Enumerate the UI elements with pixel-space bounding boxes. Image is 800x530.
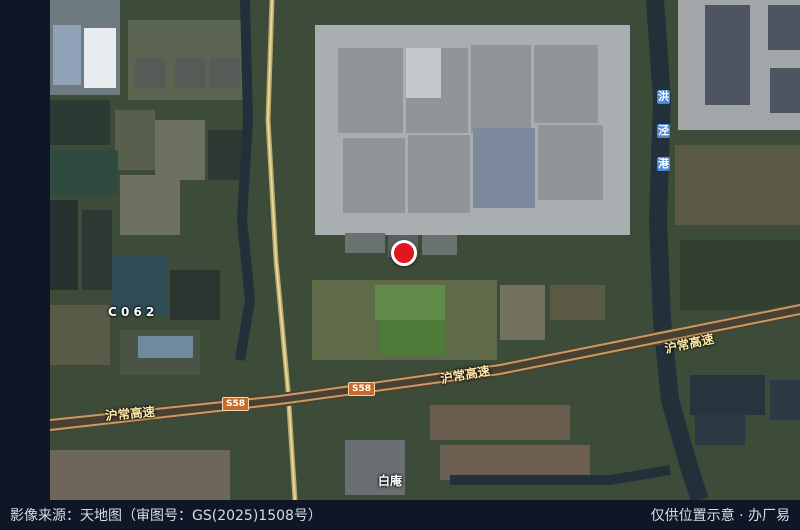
imagery-source-text: 影像来源：天地图（审图号：GS(2025)1508号） <box>10 508 322 524</box>
map-footer: 影像来源：天地图（审图号：GS(2025)1508号） 仅供位置示意 · 办厂易 <box>0 500 800 530</box>
river-label-char: 泾 <box>657 124 670 138</box>
location-marker[interactable] <box>391 240 417 266</box>
route-shield-s58: S58 <box>348 382 376 396</box>
road-c062-label: C 0 6 2 <box>108 305 155 319</box>
satellite-map[interactable]: C 0 6 2 沪常高速 沪常高速 沪常高速 S58 S58 白庵 洪 泾 港 <box>50 0 800 500</box>
map-imagery <box>50 0 800 500</box>
left-margin <box>0 0 50 500</box>
disclaimer-text: 仅供位置示意 · 办厂易 <box>650 508 790 524</box>
route-shield-s58: S58 <box>222 397 250 411</box>
river-label-char: 洪 <box>657 90 670 104</box>
place-label: 白庵 <box>378 474 403 488</box>
river-label-char: 港 <box>657 157 670 171</box>
